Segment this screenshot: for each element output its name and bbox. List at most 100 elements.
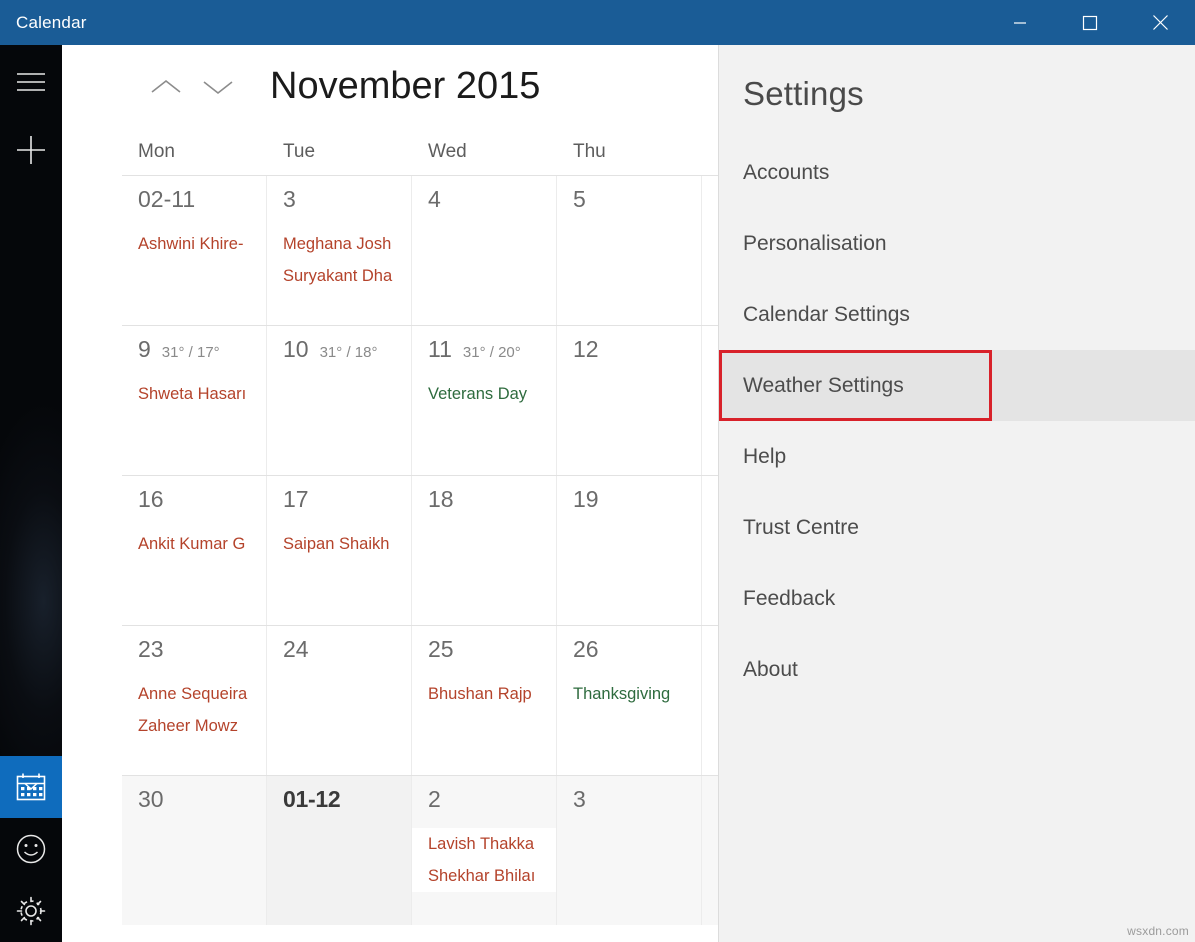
- day-cell[interactable]: 9 31° / 17° Shweta Hasarı: [122, 326, 267, 475]
- gear-icon: [15, 895, 47, 927]
- calendar-event[interactable]: Veterans Day: [412, 378, 556, 410]
- day-cell[interactable]: 01-12: [267, 776, 412, 925]
- settings-menu-list: Accounts Personalisation Calendar Settings…: [719, 137, 1195, 705]
- day-header: 16: [122, 486, 266, 516]
- sidebar-item-calendar[interactable]: [0, 756, 62, 818]
- settings-item-label: Accounts: [743, 161, 829, 185]
- day-cell[interactable]: 30: [122, 776, 267, 925]
- settings-item-accounts[interactable]: Accounts: [719, 137, 1195, 208]
- title-bar: Calendar: [0, 0, 1195, 45]
- day-cell[interactable]: 4: [412, 176, 557, 325]
- maximize-button[interactable]: [1055, 0, 1125, 45]
- day-event-list: Shweta Hasarı: [122, 378, 266, 410]
- chevron-down-icon: [198, 75, 238, 99]
- rail-bottom-group: [0, 756, 62, 942]
- calendar-event[interactable]: Saipan Shaikh: [267, 528, 411, 560]
- calendar-event[interactable]: Thanksgiving: [557, 678, 701, 710]
- calendar-icon: [15, 772, 47, 802]
- minimize-icon: [1013, 16, 1027, 30]
- day-number: 18: [428, 486, 454, 513]
- calendar-event[interactable]: Zaheer Mowz: [122, 710, 266, 742]
- chevron-up-icon: [146, 75, 186, 99]
- settings-item-personalisation[interactable]: Personalisation: [719, 208, 1195, 279]
- settings-item-label: Help: [743, 445, 786, 469]
- day-number: 16: [138, 486, 164, 513]
- watermark: wsxdn.com: [1127, 924, 1189, 938]
- calendar-event[interactable]: Meghana Josh: [267, 228, 411, 260]
- close-icon: [1152, 14, 1169, 31]
- hamburger-menu-icon: [16, 71, 46, 93]
- day-header: 5: [557, 186, 701, 216]
- day-header: 12: [557, 336, 701, 366]
- day-cell[interactable]: 3Meghana JoshSuryakant Dha: [267, 176, 412, 325]
- day-cell[interactable]: 24: [267, 626, 412, 775]
- weekday-label-mon: Mon: [122, 128, 267, 175]
- day-number: 9: [138, 336, 151, 363]
- settings-item-about[interactable]: About: [719, 634, 1195, 705]
- settings-item-label: About: [743, 658, 798, 682]
- close-button[interactable]: [1125, 0, 1195, 45]
- calendar-app-window: Calendar: [0, 0, 1195, 942]
- day-cell[interactable]: 26Thanksgiving: [557, 626, 702, 775]
- day-number: 4: [428, 186, 441, 213]
- day-cell[interactable]: 18: [412, 476, 557, 625]
- settings-item-calendar-settings[interactable]: Calendar Settings: [719, 279, 1195, 350]
- weekday-label-tue: Tue: [267, 128, 412, 175]
- next-month-button[interactable]: [192, 61, 244, 113]
- weekday-label-wed: Wed: [412, 128, 557, 175]
- day-header: 4: [412, 186, 556, 216]
- settings-item-weather-settings[interactable]: Weather Settings: [719, 350, 1195, 421]
- day-header: 23: [122, 636, 266, 666]
- day-header: 02-11: [122, 186, 266, 216]
- settings-item-trust-centre[interactable]: Trust Centre: [719, 492, 1195, 563]
- day-cell[interactable]: 3: [557, 776, 702, 925]
- day-cell[interactable]: 12: [557, 326, 702, 475]
- day-cell[interactable]: 16 Ankit Kumar G: [122, 476, 267, 625]
- day-cell[interactable]: 19: [557, 476, 702, 625]
- sidebar-item-feedback[interactable]: [0, 818, 62, 880]
- settings-item-label: Feedback: [743, 587, 835, 611]
- day-cell[interactable]: 17 Saipan Shaikh: [267, 476, 412, 625]
- calendar-event[interactable]: Bhushan Rajp: [412, 678, 556, 710]
- previous-month-button[interactable]: [140, 61, 192, 113]
- day-number: 01-12: [283, 786, 340, 813]
- day-header: 9 31° / 17°: [122, 336, 266, 366]
- calendar-event[interactable]: Ashwini Khire-: [122, 228, 266, 260]
- day-header: 1031° / 18°: [267, 336, 411, 366]
- day-number: 12: [573, 336, 599, 363]
- day-event-list: Thanksgiving: [557, 678, 701, 710]
- day-header: 25: [412, 636, 556, 666]
- day-number: 2: [428, 786, 441, 813]
- day-cell[interactable]: 23 Anne SequeiraZaheer Mowz: [122, 626, 267, 775]
- page-title[interactable]: November 2015: [270, 65, 540, 108]
- maximize-icon: [1082, 15, 1098, 31]
- calendar-event[interactable]: Shekhar Bhilaı: [412, 860, 556, 892]
- day-cell[interactable]: 25 Bhushan Rajp: [412, 626, 557, 775]
- day-cell[interactable]: 2 Lavish ThakkaShekhar Bhilaı: [412, 776, 557, 925]
- day-number: 19: [573, 486, 599, 513]
- day-weather-temperature: 31° / 17°: [162, 344, 220, 361]
- calendar-event[interactable]: Lavish Thakka: [412, 828, 556, 860]
- settings-item-feedback[interactable]: Feedback: [719, 563, 1195, 634]
- day-number: 30: [138, 786, 164, 813]
- minimize-button[interactable]: [985, 0, 1055, 45]
- day-header: 17: [267, 486, 411, 516]
- new-event-button[interactable]: [0, 119, 62, 181]
- day-event-list: Ashwini Khire-: [122, 228, 266, 260]
- settings-item-label: Weather Settings: [743, 374, 904, 398]
- settings-item-label: Calendar Settings: [743, 303, 910, 327]
- day-cell[interactable]: 02-11 Ashwini Khire-: [122, 176, 267, 325]
- day-number: 23: [138, 636, 164, 663]
- hamburger-menu-button[interactable]: [0, 45, 62, 119]
- calendar-event[interactable]: Ankit Kumar G: [122, 528, 266, 560]
- sidebar-item-settings[interactable]: [0, 880, 62, 942]
- calendar-event[interactable]: Shweta Hasarı: [122, 378, 266, 410]
- day-event-list: Meghana JoshSuryakant Dha: [267, 228, 411, 292]
- day-cell[interactable]: 5: [557, 176, 702, 325]
- day-cell[interactable]: 1131° / 20°Veterans Day: [412, 326, 557, 475]
- settings-item-help[interactable]: Help: [719, 421, 1195, 492]
- weekday-label-thu: Thu: [557, 128, 702, 175]
- calendar-event[interactable]: Anne Sequeira: [122, 678, 266, 710]
- day-cell[interactable]: 1031° / 18°: [267, 326, 412, 475]
- calendar-event[interactable]: Suryakant Dha: [267, 260, 411, 292]
